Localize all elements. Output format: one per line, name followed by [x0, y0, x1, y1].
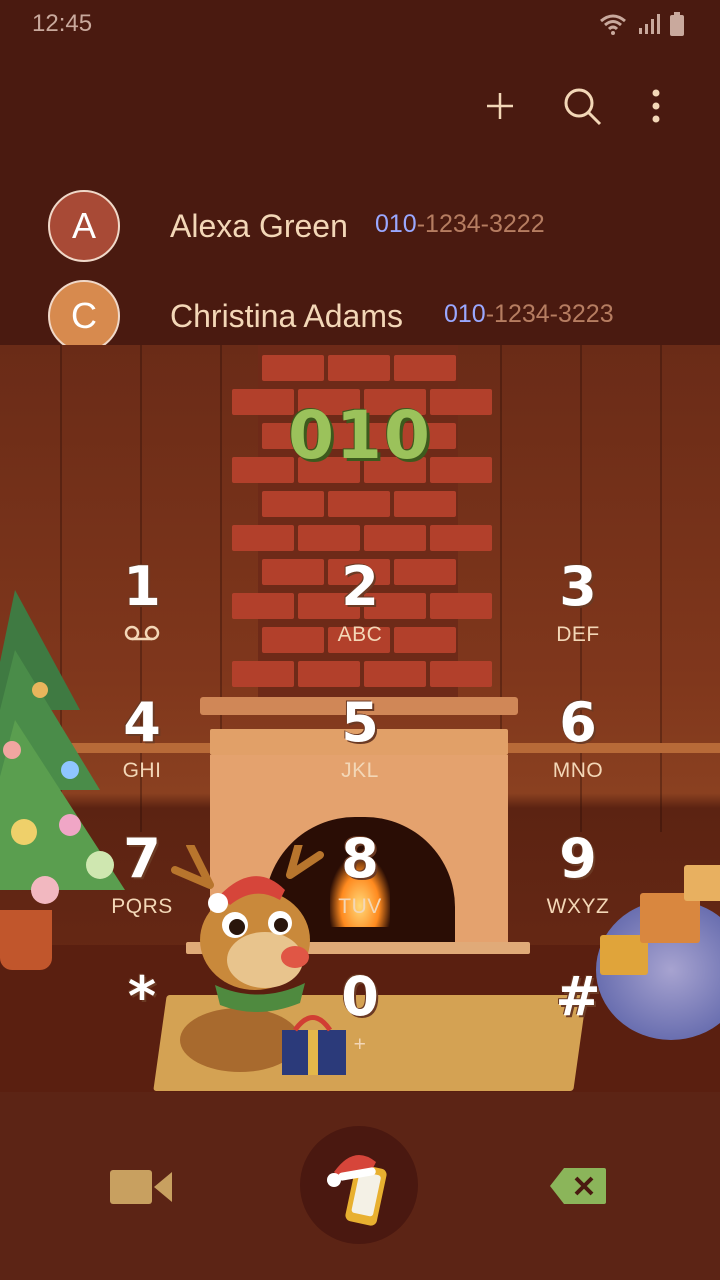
contact-number: 010-1234-3222 [375, 210, 545, 239]
key-letters: MNO [552, 759, 604, 782]
key-digit: # [555, 965, 601, 1028]
add-contact-button[interactable] [478, 84, 522, 128]
dialed-number: 010 [288, 397, 432, 474]
contact-number: 010-1234-3223 [444, 300, 614, 329]
contact-suggestions: A Alexa Green 010-1234-3222 C Christina … [0, 170, 720, 352]
contact-name: Christina Adams [170, 298, 403, 334]
status-bar: 12:45 [0, 0, 720, 50]
signal-icon [638, 13, 660, 40]
key-6[interactable]: 6 MNO [488, 693, 668, 813]
action-bar [0, 50, 720, 160]
key-digit: 6 [559, 691, 597, 754]
key-digit: 3 [559, 555, 597, 618]
wifi-icon [598, 12, 628, 41]
key-letters: + [353, 1033, 367, 1056]
avatar-initial: C [71, 295, 97, 336]
key-digit: * [127, 965, 157, 1028]
key-letters: PQRS [111, 895, 173, 918]
key-4[interactable]: 4 GHI [52, 693, 232, 813]
key-7[interactable]: 7 PQRS [52, 829, 232, 949]
key-hash[interactable]: # [488, 967, 668, 1087]
avatar: A [48, 190, 120, 262]
backspace-button[interactable] [548, 1166, 608, 1206]
voicemail-icon [124, 625, 160, 641]
key-5[interactable]: 5 JKL [270, 693, 450, 813]
backspace-icon [550, 1168, 606, 1204]
key-letters: GHI [122, 759, 162, 782]
key-9[interactable]: 9 WXYZ [488, 829, 668, 949]
key-0[interactable]: 0 + [270, 967, 450, 1087]
key-digit: 8 [341, 827, 379, 890]
call-icon [327, 1154, 387, 1226]
add-icon [487, 93, 513, 119]
keypad-area: 010 1 2 ABC 3 DEF 4 GHI 5 JKL 6 MNO 7 PQ… [0, 345, 720, 1092]
video-call-icon [110, 1170, 172, 1204]
call-button[interactable] [300, 1126, 418, 1244]
key-digit: 7 [123, 827, 161, 890]
key-letters: ABC [337, 623, 383, 646]
bottom-bar [0, 1092, 720, 1280]
more-options-button[interactable] [634, 84, 678, 128]
key-letters: DEF [556, 623, 600, 646]
more-options-icon [652, 89, 660, 123]
avatar-initial: A [71, 205, 96, 246]
key-1[interactable]: 1 [52, 557, 232, 677]
status-icons [598, 12, 684, 41]
key-letters: TUV [338, 895, 382, 918]
suggestion-item[interactable]: C Christina Adams 010-1234-3223 [0, 260, 720, 352]
key-digit: 1 [123, 555, 161, 618]
key-digit: 0 [341, 965, 379, 1028]
number-rest: -1234-3223 [485, 300, 614, 328]
key-letters: WXYZ [546, 895, 610, 918]
key-letters: JKL [341, 759, 379, 782]
key-8[interactable]: 8 TUV [270, 829, 450, 949]
key-digit: 4 [123, 691, 161, 754]
battery-icon [670, 12, 684, 41]
number-match: 010 [444, 300, 486, 328]
key-3[interactable]: 3 DEF [488, 557, 668, 677]
search-icon [564, 88, 602, 126]
contact-name: Alexa Green [170, 208, 348, 244]
status-time: 12:45 [32, 10, 93, 37]
video-call-button[interactable] [110, 1168, 174, 1206]
key-digit: 9 [559, 827, 597, 890]
search-button[interactable] [560, 84, 604, 128]
number-rest: -1234-3222 [416, 210, 545, 238]
avatar: C [48, 280, 120, 352]
number-match: 010 [375, 210, 417, 238]
key-digit: 2 [341, 555, 379, 618]
key-star[interactable]: * [52, 967, 232, 1087]
key-2[interactable]: 2 ABC [270, 557, 450, 677]
suggestion-item[interactable]: A Alexa Green 010-1234-3222 [0, 170, 720, 262]
key-digit: 5 [341, 691, 379, 754]
